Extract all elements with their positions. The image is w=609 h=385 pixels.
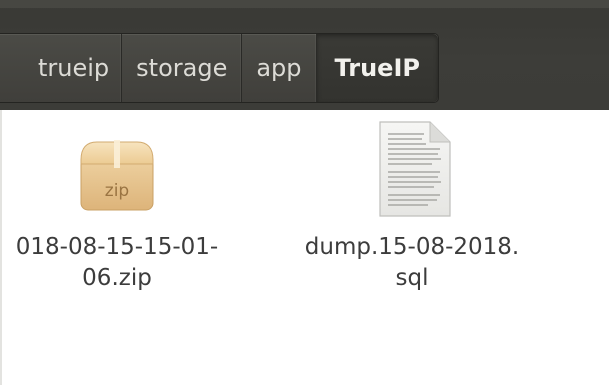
toolbar: trueip storage app TrueIP [0,0,609,110]
toolbar-top-edge [0,0,609,8]
path-crumb-label: app [256,54,302,82]
path-crumb-trueip[interactable]: trueip [0,34,123,102]
path-bar: trueip storage app TrueIP [0,33,439,103]
file-name: dump.15-08-2018. sql [262,232,562,294]
path-crumb-label: trueip [38,54,110,82]
zip-archive-icon: zip [67,124,167,214]
path-crumb-trueip-current[interactable]: TrueIP [316,34,438,102]
file-name-line2: sql [395,265,429,291]
path-crumb-storage[interactable]: storage [122,34,243,102]
file-item-zip[interactable]: zip 018-08-15-15-01- 06.zip [0,124,282,294]
path-crumb-app[interactable]: app [242,34,317,102]
path-crumb-label: TrueIP [334,54,420,82]
file-name: 018-08-15-15-01- 06.zip [0,232,282,294]
file-name-line2: 06.zip [82,265,152,291]
file-manager-window: trueip storage app TrueIP zip 018-08-15-… [0,0,609,385]
file-name-line1: 018-08-15-15-01- [15,234,219,260]
zip-icon-label: zip [105,181,129,201]
file-name-line1: dump.15-08-2018. [304,234,520,260]
text-document-icon [362,121,462,217]
path-crumb-label: storage [136,54,228,82]
file-item-sql[interactable]: dump.15-08-2018. sql [262,121,562,294]
file-view[interactable]: zip 018-08-15-15-01- 06.zip dump.15-08-2… [0,110,609,385]
